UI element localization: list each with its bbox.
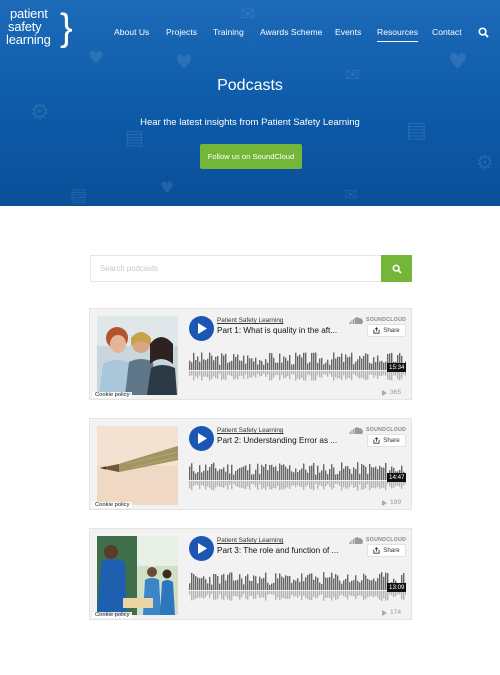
share-icon [373,437,380,444]
share-icon [373,547,380,554]
share-button[interactable]: Share [367,434,406,447]
cloud-icon [349,316,363,324]
soundcloud-player: Cookie policy Patient Safety Learning Pa… [89,308,412,400]
logo-brace-mark: } [60,7,73,49]
page-subtitle: Hear the latest insights from Patient Sa… [140,117,360,128]
soundcloud-brand: SOUNDCLOUD [366,317,407,323]
logo-text: learning [6,32,51,47]
cookie-policy-link[interactable]: Cookie policy [92,612,133,618]
uploader-link[interactable]: Patient Safety Learning [217,427,283,434]
soundcloud-player: Cookie policy Patient Safety Learning Pa… [89,418,412,510]
site-logo[interactable]: patient safety learning } [6,7,73,55]
track-title[interactable]: Part 1: What is quality in the aft... [217,326,347,335]
uploader-link[interactable]: Patient Safety Learning [217,317,283,324]
podcast-artwork [97,426,178,505]
share-icon [373,327,380,334]
cloud-icon [349,426,363,434]
share-label: Share [383,437,400,444]
track-duration: 13:09 [387,583,407,592]
play-icon [197,433,207,444]
track-duration: 14:47 [387,473,407,482]
play-button[interactable] [189,536,214,561]
cloud-icon [349,536,363,544]
document-icon: ▤ [70,185,88,206]
soundcloud-brand: SOUNDCLOUD [366,427,407,433]
search-icon[interactable] [478,27,489,38]
track-title[interactable]: Part 3: The role and function of ... [217,546,347,555]
soundcloud-player: Cookie policy Patient Safety Learning Pa… [89,528,412,620]
uploader-link[interactable]: Patient Safety Learning [217,537,283,544]
follow-soundcloud-button[interactable]: Follow us on SoundCloud [200,144,302,169]
share-button[interactable]: Share [367,324,406,337]
waveform[interactable] [189,564,406,606]
search-field [90,255,382,282]
podcast-artwork [97,316,178,395]
track-duration: 15:34 [387,363,407,372]
nav-item-awards-scheme[interactable]: Awards Scheme [260,27,322,37]
nav-item-about-us[interactable]: About Us [114,27,149,37]
waveform[interactable] [189,454,406,496]
play-button[interactable] [189,426,214,451]
play-count-icon [382,609,387,616]
search-icon [392,264,402,274]
podcast-artwork [97,536,178,615]
soundcloud-brand: SOUNDCLOUD [366,537,407,543]
nav-item-events[interactable]: Events [335,27,361,37]
heart-icon: ♥ [175,50,193,74]
play-count-icon [382,389,387,396]
play-icon [197,323,207,334]
track-title[interactable]: Part 2: Understanding Error as ... [217,436,347,445]
nav-item-projects[interactable]: Projects [166,27,197,37]
heart-icon: ♥ [448,50,468,75]
search-button[interactable] [381,255,412,282]
play-count-value: 199 [390,499,402,506]
play-count-icon [382,499,387,506]
nav-item-training[interactable]: Training [213,27,244,37]
waveform[interactable] [189,344,406,386]
play-count-value: 174 [390,609,402,616]
page-title: Podcasts [217,77,283,94]
share-button[interactable]: Share [367,544,406,557]
cookie-policy-link[interactable]: Cookie policy [92,392,133,398]
chat-icon: ✉ [344,185,358,204]
share-label: Share [383,327,400,334]
play-icon [197,543,207,554]
play-count-value: 365 [390,389,402,396]
search-input[interactable] [91,256,381,281]
hero-banner: ♥ ♥ ✉ ✉ ♥ ▤ ⚙ ▤ ⚙ ▤ ✉ ♥ patient safety l… [0,0,500,206]
heart-icon: ♥ [88,48,105,69]
document-icon: ▤ [125,125,144,149]
gear-icon: ⚙ [476,150,494,174]
play-count: 174 [382,609,401,616]
play-count: 365 [382,389,401,396]
heart-icon: ♥ [160,178,175,197]
cookie-policy-link[interactable]: Cookie policy [92,502,133,508]
nav-item-contact[interactable]: Contact [432,27,462,37]
share-label: Share [383,547,400,554]
play-button[interactable] [189,316,214,341]
play-count: 199 [382,499,401,506]
chat-icon: ✉ [240,4,256,25]
nav-item-resources[interactable]: Resources [377,27,419,42]
